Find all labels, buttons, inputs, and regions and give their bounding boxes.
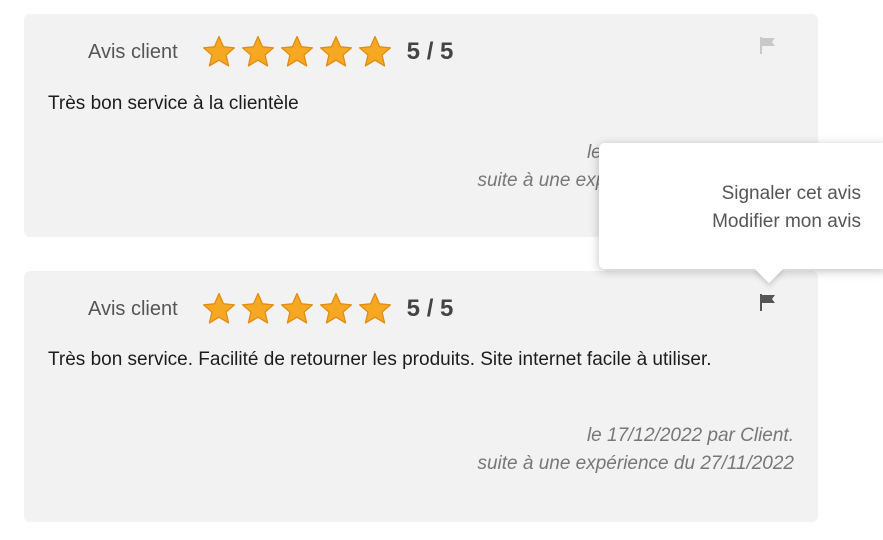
star-icon	[358, 35, 391, 67]
review-experience-date: suite à une expérience du 27/11/2022	[477, 453, 794, 474]
star-rating	[200, 35, 395, 69]
star-icon	[202, 292, 235, 324]
review-label: Avis client	[88, 297, 178, 320]
review-card: Avis client 5 / 5 Très bon service. Faci…	[24, 271, 818, 522]
flag-icon[interactable]	[758, 35, 778, 55]
review-label: Avis client	[88, 40, 178, 63]
review-header: Avis client 5 / 5	[88, 291, 453, 327]
star-icon	[358, 292, 391, 324]
rating-score: 5 / 5	[406, 38, 454, 65]
review-header: Avis client 5 / 5	[88, 34, 453, 70]
report-review-option[interactable]: Signaler cet avis	[599, 183, 861, 205]
popover-body: Signaler cet avis Modifier mon avis	[599, 143, 883, 269]
star-icon	[241, 292, 274, 324]
star-icon	[280, 35, 313, 67]
review-actions-popover: Signaler cet avis Modifier mon avis	[599, 143, 883, 284]
star-icon	[280, 292, 313, 324]
rating-score: 5 / 5	[406, 295, 454, 322]
review-text: Très bon service à la clientèle	[48, 93, 299, 114]
edit-review-option[interactable]: Modifier mon avis	[599, 211, 861, 233]
star-icon	[241, 35, 274, 67]
review-date-author: le 17/12/2022 par Client.	[586, 425, 794, 446]
star-icon	[319, 292, 352, 324]
star-icon	[319, 35, 352, 67]
review-meta: le 17/12/2022 par Client. suite à une ex…	[477, 422, 794, 478]
flag-icon[interactable]	[758, 292, 778, 312]
star-icon	[202, 35, 235, 67]
review-text: Très bon service. Facilité de retourner …	[48, 349, 712, 370]
star-rating	[200, 292, 395, 326]
